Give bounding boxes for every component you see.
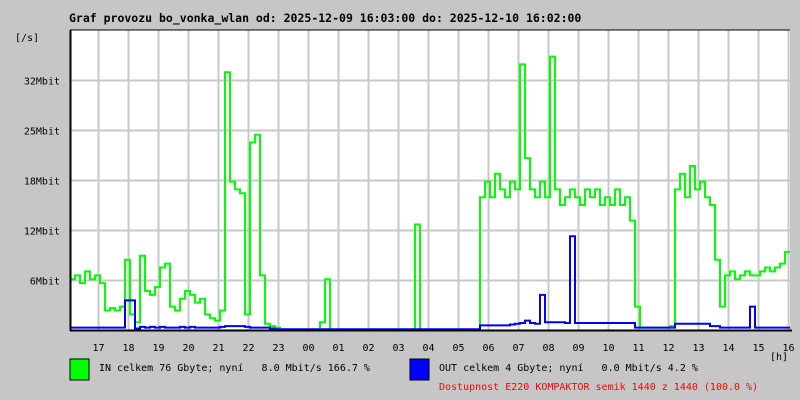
y-tick-labels: 6Mbit 12Mbit 18Mbit 25Mbit 32Mbit bbox=[24, 77, 60, 288]
legend-in-text: IN celkem 76 Gbyte; nyní 8.0 Mbit/s 166.… bbox=[99, 362, 370, 374]
x-tick-label: 02 bbox=[362, 343, 374, 354]
x-tick-label: 06 bbox=[482, 343, 494, 354]
x-tick-label: 17 bbox=[92, 343, 104, 354]
x-tick-label: 21 bbox=[212, 343, 224, 354]
y-tick-label: 18Mbit bbox=[24, 177, 60, 188]
y-tick-label: 32Mbit bbox=[24, 77, 60, 88]
x-axis-unit: [h] bbox=[770, 352, 788, 363]
x-tick-label: 20 bbox=[182, 343, 194, 354]
x-tick-labels: 17 18 19 20 21 22 23 00 01 02 03 04 05 06 07 08 09 10 11 12… bbox=[92, 343, 794, 354]
legend-out-swatch bbox=[409, 358, 430, 381]
y-axis-unit: [/s] bbox=[15, 33, 39, 44]
x-tick-label: 22 bbox=[242, 343, 254, 354]
x-tick-label: 09 bbox=[572, 343, 584, 354]
x-tick-label: 18 bbox=[122, 343, 134, 354]
x-tick-label: 15 bbox=[752, 343, 764, 354]
chart-title: Graf provozu bo_vonka_wlan od: 2025-12-0… bbox=[69, 11, 581, 26]
x-tick-label: 00 bbox=[302, 343, 314, 354]
traffic-chart: Graf provozu bo_vonka_wlan od: 2025-12-0… bbox=[15, 11, 795, 393]
x-tick-label: 05 bbox=[452, 343, 464, 354]
x-tick-label: 03 bbox=[392, 343, 404, 354]
x-tick-label: 10 bbox=[602, 343, 614, 354]
y-tick-label: 25Mbit bbox=[24, 127, 60, 138]
x-tick-label: 08 bbox=[542, 343, 554, 354]
x-tick-label: 07 bbox=[512, 343, 524, 354]
availability-text: Dostupnost E220 KOMPAKTOR semik 1440 z 1… bbox=[439, 382, 758, 393]
x-tick-label: 04 bbox=[422, 343, 434, 354]
x-tick-label: 19 bbox=[152, 343, 164, 354]
y-tick-label: 12Mbit bbox=[24, 227, 60, 238]
legend-in-swatch bbox=[69, 358, 90, 381]
y-tick-label: 6Mbit bbox=[30, 277, 60, 288]
legend-out-text: OUT celkem 4 Gbyte; nyní 0.0 Mbit/s 4.2 … bbox=[439, 362, 698, 374]
x-tick-label: 13 bbox=[692, 343, 704, 354]
x-tick-label: 11 bbox=[632, 343, 644, 354]
x-tick-label: 12 bbox=[662, 343, 674, 354]
x-tick-label: 14 bbox=[722, 343, 734, 354]
x-tick-label: 01 bbox=[332, 343, 344, 354]
x-tick-label: 23 bbox=[272, 343, 284, 354]
